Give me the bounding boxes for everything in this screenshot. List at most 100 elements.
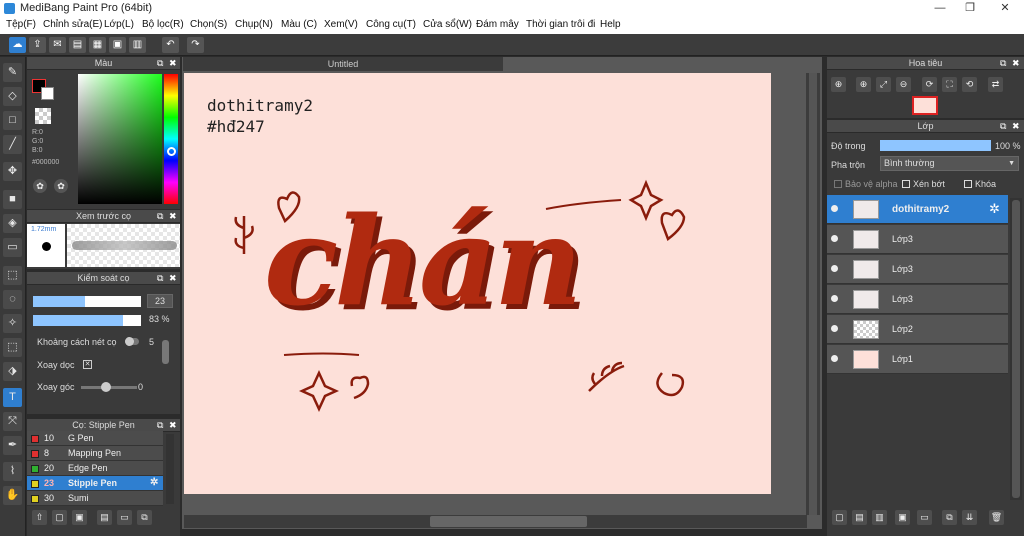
menu-cloud[interactable]: Đám mây — [476, 19, 519, 30]
menu-layer[interactable]: Lớp(L) — [104, 19, 134, 30]
merge-down-icon[interactable]: ⇊ — [962, 510, 977, 525]
hand-tool-icon[interactable]: ✋ — [3, 486, 22, 505]
folder-icon[interactable]: ▭ — [917, 510, 932, 525]
redo-icon[interactable]: ↷ — [187, 37, 204, 53]
visibility-eye-icon[interactable] — [831, 265, 838, 272]
duplicate-layer-icon[interactable]: ⧉ — [942, 510, 957, 525]
magic-wand-tool-icon[interactable]: ✧ — [3, 314, 22, 333]
fill-rect-tool-icon[interactable]: ■ — [3, 190, 22, 209]
select-pen-tool-icon[interactable]: ⬚ — [3, 338, 22, 357]
undock-icon[interactable]: ⧉ — [157, 57, 163, 70]
visibility-eye-icon[interactable] — [831, 235, 838, 242]
fit-icon[interactable]: ⤢ — [876, 77, 891, 92]
select-eraser-tool-icon[interactable]: ⬗ — [3, 362, 22, 381]
zoom-in-icon[interactable]: ⊕ — [856, 77, 871, 92]
zoom-out-icon[interactable]: ⊖ — [896, 77, 911, 92]
canvas-document[interactable]: dothitramy2 #hđ247 chán — [184, 73, 771, 494]
undo-icon[interactable]: ↶ — [162, 37, 179, 53]
menu-select[interactable]: Chọn(S) — [190, 19, 227, 30]
brush-item[interactable]: 20 Edge Pen — [27, 461, 163, 476]
visibility-eye-icon[interactable] — [831, 295, 838, 302]
menu-snap[interactable]: Chụp(N) — [235, 19, 273, 30]
panel-close-icon[interactable]: ✖ — [169, 210, 177, 223]
brush-list-scrollbar[interactable] — [166, 434, 174, 504]
panel-close-icon[interactable]: ✖ — [169, 272, 177, 285]
share-icon[interactable]: ⇪ — [29, 37, 46, 53]
layer-item[interactable]: Lớp3 — [827, 225, 1008, 254]
brush-copy-icon[interactable]: ▤ — [97, 510, 112, 525]
menu-timelapse[interactable]: Thời gian trôi đi — [526, 19, 595, 30]
eyedropper-tool-icon[interactable]: ✒ — [3, 436, 22, 455]
palette-icon[interactable]: ✿ — [33, 179, 47, 193]
layer-item-selected[interactable]: dothitramy2 ✲ — [827, 195, 1008, 224]
brush-item-selected[interactable]: 23 Stipple Pen ✲ — [27, 476, 163, 491]
visibility-eye-icon[interactable] — [831, 205, 838, 212]
eraser-tool-icon[interactable]: ◇ — [3, 87, 22, 106]
rotate-icon[interactable]: ⟳ — [922, 77, 937, 92]
zoom-in-icon[interactable]: ⊕ — [831, 77, 846, 92]
layer-scroll-thumb[interactable] — [1012, 200, 1020, 498]
lasso-tool-icon[interactable]: ◌ — [3, 290, 22, 309]
layer-item[interactable]: Lớp2 — [827, 315, 1008, 344]
brush-size-input[interactable]: 23 — [147, 294, 173, 308]
grid-icon[interactable]: ▥ — [129, 37, 146, 53]
menu-file[interactable]: Tệp(F) — [6, 19, 36, 30]
material-icon[interactable]: ▣ — [109, 37, 126, 53]
hue-slider[interactable] — [164, 74, 178, 204]
transparent-color-swatch[interactable] — [35, 108, 51, 124]
maximize-button[interactable]: ❐ — [955, 0, 985, 17]
lock-checkbox[interactable] — [964, 180, 972, 188]
color-sv-square[interactable] — [78, 74, 162, 204]
canvas-horizontal-scrollbar[interactable] — [184, 515, 807, 528]
document-icon[interactable]: ▦ — [89, 37, 106, 53]
menu-view[interactable]: Xem(V) — [324, 19, 358, 30]
text-tool-icon[interactable]: T — [3, 388, 22, 407]
cloud-icon[interactable]: ☁ — [9, 37, 26, 53]
folder-icon[interactable]: ▭ — [117, 510, 132, 525]
document-tab[interactable]: Untitled — [183, 57, 503, 71]
panel-close-icon[interactable]: ✖ — [1012, 57, 1020, 70]
add-layer-dropdown-icon[interactable]: ▣ — [895, 510, 910, 525]
menu-color[interactable]: Màu (C) — [281, 19, 317, 30]
minimize-button[interactable]: — — [925, 0, 955, 17]
color-picker-icon[interactable]: ✿ — [54, 179, 68, 193]
gradient-tool-icon[interactable]: ▭ — [3, 238, 22, 257]
undock-icon[interactable]: ⧉ — [1000, 57, 1006, 70]
layer-opacity-slider[interactable] — [880, 140, 991, 151]
undock-icon[interactable]: ⧉ — [1000, 120, 1006, 133]
background-color-swatch[interactable] — [41, 87, 54, 100]
visibility-eye-icon[interactable] — [831, 355, 838, 362]
undock-icon[interactable]: ⧉ — [157, 272, 163, 285]
menu-help[interactable]: Help — [600, 19, 621, 30]
brush-size-slider[interactable] — [33, 296, 141, 307]
menu-filter[interactable]: Bộ lọc(R) — [142, 19, 184, 30]
opacity-slider[interactable] — [33, 315, 141, 326]
bucket-tool-icon[interactable]: ◈ — [3, 214, 22, 233]
layer-item[interactable]: Lớp3 — [827, 255, 1008, 284]
brush-tool-icon[interactable]: ✎ — [3, 63, 22, 82]
add-brush-dropdown-icon[interactable]: ▣ — [72, 510, 87, 525]
hscroll-thumb[interactable] — [430, 516, 587, 527]
canvas-vertical-scrollbar[interactable] — [806, 73, 820, 515]
reset-icon[interactable]: ⛶ — [942, 77, 957, 92]
delete-layer-icon[interactable]: 🗑 — [989, 510, 1004, 525]
dropper-tool-icon[interactable]: ⌇ — [3, 462, 22, 481]
brush-item[interactable]: 10 G Pen — [27, 431, 163, 446]
select-rect-tool-icon[interactable]: ⬚ — [3, 266, 22, 285]
brush-settings-gear-icon[interactable]: ✲ — [150, 477, 158, 488]
panel-close-icon[interactable]: ✖ — [169, 419, 177, 432]
blend-mode-select[interactable]: Bình thường ▼ — [880, 156, 1019, 171]
visibility-eye-icon[interactable] — [831, 325, 838, 332]
rectangle-tool-icon[interactable]: □ — [3, 111, 22, 130]
new-8bit-layer-icon[interactable]: ▥ — [872, 510, 887, 525]
rotate-checkbox[interactable]: ✕ — [83, 360, 92, 369]
layer-list-scrollbar[interactable] — [1010, 198, 1022, 500]
flip-icon[interactable]: ⇄ — [988, 77, 1003, 92]
menu-edit[interactable]: Chỉnh sửa(E) — [43, 19, 103, 30]
clipping-checkbox[interactable] — [902, 180, 910, 188]
comment-icon[interactable]: ✉ — [49, 37, 66, 53]
new-brush-icon[interactable]: ▢ — [52, 510, 67, 525]
brush-control-scrollbar[interactable] — [162, 340, 169, 364]
layer-item[interactable]: Lớp3 — [827, 285, 1008, 314]
close-button[interactable]: ✕ — [990, 0, 1020, 17]
